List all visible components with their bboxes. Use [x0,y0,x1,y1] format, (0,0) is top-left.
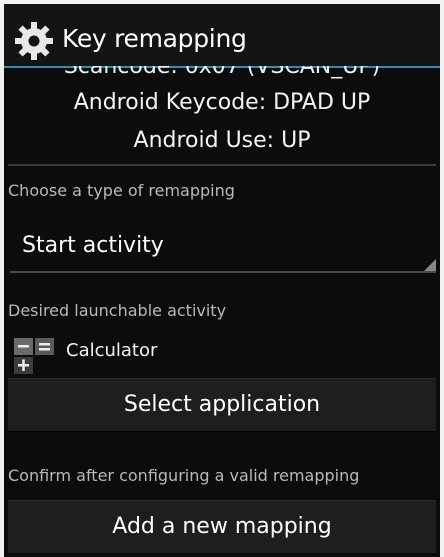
scancode-text: Scancode: 0x07 (VSCAN_UP) [63,66,381,79]
action-bar: Key remapping [4,4,440,68]
spinner-corner-icon [424,259,436,271]
spinner-underline [10,271,436,273]
activity-label: Desired launchable activity [8,301,227,320]
gear-icon[interactable] [14,21,54,61]
divider [8,164,436,166]
remap-type-spinner[interactable]: Start activity [8,217,436,273]
calculator-icon [14,338,54,374]
select-application-button[interactable]: Select application [8,378,436,432]
add-mapping-button[interactable]: Add a new mapping [8,500,436,554]
remap-type-label: Choose a type of remapping [8,181,235,200]
android-use-text: Android Use: UP [133,128,311,153]
remap-type-selected: Start activity [22,233,164,258]
confirm-label: Confirm after configuring a valid remapp… [8,466,360,485]
android-keycode-text: Android Keycode: DPAD UP [73,90,371,115]
selected-app: Calculator [10,330,430,374]
page-title: Key remapping [62,24,247,53]
screen: Key remapping Scancode: 0x07 (VSCAN_UP) … [4,4,440,557]
app-name: Calculator [66,340,158,361]
